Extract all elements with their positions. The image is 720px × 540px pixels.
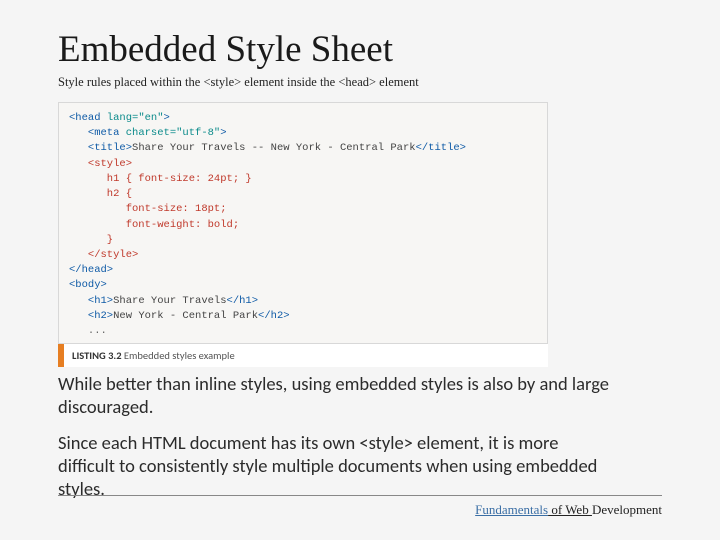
paragraph-1: While better than inline styles, using e…: [58, 373, 618, 418]
code-token: >: [164, 112, 170, 124]
code-token: <body>: [69, 278, 537, 293]
listing-number: LISTING 3.2: [72, 349, 122, 362]
footer-text: Fundamentals of Web Development: [475, 502, 662, 518]
code-token: </h1>: [227, 295, 259, 307]
code-token: >: [220, 127, 226, 139]
code-token: h2 {: [69, 187, 537, 202]
code-token: Share Your Travels -- New York - Central…: [132, 142, 416, 154]
footer-divider: [58, 495, 662, 496]
slide: Embedded Style Sheet Style rules placed …: [0, 0, 720, 500]
code-token: <h1>: [69, 295, 113, 307]
code-token: h1 { font-size: 24pt; }: [69, 172, 537, 187]
listing-caption: LISTING 3.2 Embedded styles example: [58, 344, 548, 367]
paragraph-2: Since each HTML document has its own <st…: [58, 432, 618, 500]
code-token: }: [69, 233, 537, 248]
slide-title: Embedded Style Sheet: [58, 28, 662, 71]
code-token: Share Your Travels: [113, 295, 226, 307]
code-token: <style>: [69, 157, 537, 172]
code-token: charset="utf-8": [126, 127, 221, 139]
code-token: font-size: 18pt;: [69, 202, 537, 217]
code-token: New York - Central Park: [113, 310, 258, 322]
code-token: </head>: [69, 263, 537, 278]
code-token: ...: [69, 324, 537, 339]
code-token: </style>: [69, 248, 537, 263]
code-token: <meta: [69, 127, 126, 139]
code-token: font-weight: bold;: [69, 218, 537, 233]
code-token: <head: [69, 112, 107, 124]
code-token: lang="en": [107, 112, 164, 124]
code-token: <h2>: [69, 310, 113, 322]
code-token: <title>: [69, 142, 132, 154]
listing-text: Embedded styles example: [122, 349, 235, 362]
code-token: </title>: [416, 142, 466, 154]
footer-word-1: Fundamentals: [475, 502, 548, 517]
code-listing: <head lang="en"> <meta charset="utf-8"> …: [58, 102, 548, 344]
footer-word-2: of Web: [548, 502, 592, 517]
footer-word-3: Development: [592, 502, 662, 517]
slide-subtitle: Style rules placed within the <style> el…: [58, 75, 662, 90]
code-token: </h2>: [258, 310, 290, 322]
